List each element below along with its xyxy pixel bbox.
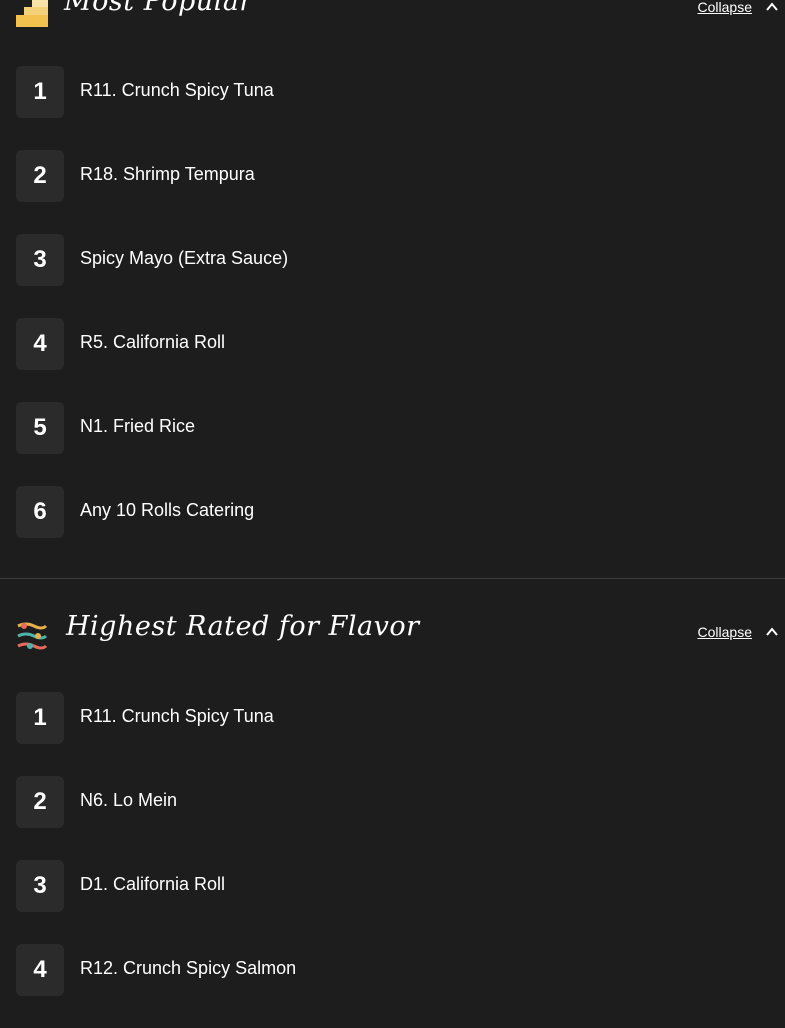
list-item[interactable]: 1 R11. Crunch Spicy Tuna <box>0 692 785 776</box>
item-name[interactable]: D1. California Roll <box>80 874 225 895</box>
rank-badge: 1 <box>16 692 64 744</box>
stairs-icon <box>16 0 48 27</box>
rank-badge: 4 <box>16 944 64 996</box>
list-item[interactable]: 3 Spicy Mayo (Extra Sauce) <box>0 234 785 318</box>
section-header: Highest Rated for Flavor Collapse <box>0 605 785 663</box>
section-header: Most Popular Collapse <box>0 0 785 38</box>
section-title: Highest Rated for Flavor <box>66 611 420 642</box>
flavor-list: 1 R11. Crunch Spicy Tuna 2 N6. Lo Mein 3… <box>0 692 785 1028</box>
list-item[interactable]: 6 Any 10 Rolls Catering <box>0 486 785 570</box>
item-name[interactable]: N6. Lo Mein <box>80 790 177 811</box>
rank-badge: 2 <box>16 150 64 202</box>
rank-badge: 1 <box>16 66 64 118</box>
rank-badge: 6 <box>16 486 64 538</box>
list-item[interactable]: 4 R12. Crunch Spicy Salmon <box>0 944 785 1028</box>
collapse-button[interactable]: Collapse <box>698 0 752 15</box>
item-name[interactable]: R11. Crunch Spicy Tuna <box>80 80 274 101</box>
item-name[interactable]: R5. California Roll <box>80 332 225 353</box>
chevron-up-icon[interactable] <box>765 625 779 639</box>
item-name[interactable]: Spicy Mayo (Extra Sauce) <box>80 248 288 269</box>
section-title: Most Popular <box>64 0 253 17</box>
item-name[interactable]: R18. Shrimp Tempura <box>80 164 255 185</box>
item-name[interactable]: N1. Fried Rice <box>80 416 195 437</box>
list-item[interactable]: 5 N1. Fried Rice <box>0 402 785 486</box>
list-item[interactable]: 2 N6. Lo Mein <box>0 776 785 860</box>
flavor-sliders-icon <box>17 622 48 650</box>
collapse-button[interactable]: Collapse <box>698 624 752 640</box>
rank-badge: 5 <box>16 402 64 454</box>
item-name[interactable]: R11. Crunch Spicy Tuna <box>80 706 274 727</box>
item-name[interactable]: Any 10 Rolls Catering <box>80 500 254 521</box>
rank-badge: 3 <box>16 860 64 912</box>
rank-badge: 3 <box>16 234 64 286</box>
list-item[interactable]: 1 R11. Crunch Spicy Tuna <box>0 66 785 150</box>
rank-badge: 2 <box>16 776 64 828</box>
rank-badge: 4 <box>16 318 64 370</box>
popular-list: 1 R11. Crunch Spicy Tuna 2 R18. Shrimp T… <box>0 66 785 570</box>
section-divider <box>0 578 785 579</box>
chevron-up-icon[interactable] <box>765 0 779 14</box>
list-item[interactable]: 3 D1. California Roll <box>0 860 785 944</box>
highest-rated-flavor-section: Highest Rated for Flavor Collapse 1 R11.… <box>0 605 785 1028</box>
list-item[interactable]: 4 R5. California Roll <box>0 318 785 402</box>
item-name[interactable]: R12. Crunch Spicy Salmon <box>80 958 296 979</box>
most-popular-section: Most Popular Collapse 1 R11. Crunch Spic… <box>0 0 785 570</box>
list-item[interactable]: 2 R18. Shrimp Tempura <box>0 150 785 234</box>
